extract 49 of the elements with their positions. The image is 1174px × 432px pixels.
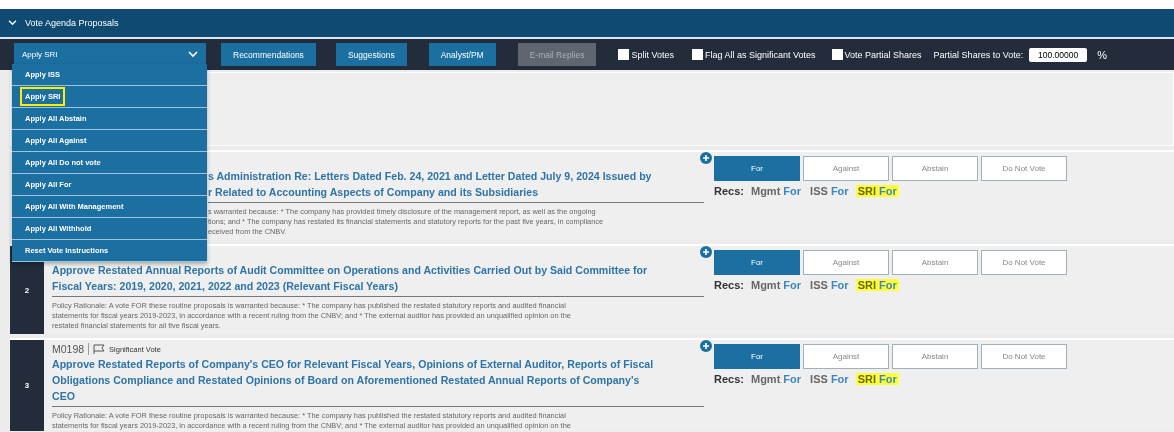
- checkbox-label: Split Votes: [631, 49, 674, 60]
- checkbox[interactable]: [831, 49, 843, 60]
- recs-label: Recs:: [714, 279, 744, 291]
- checkbox[interactable]: [618, 49, 630, 60]
- vote-option[interactable]: Do Not Vote: [981, 250, 1067, 275]
- vote-option[interactable]: Against: [803, 156, 889, 181]
- vote-option[interactable]: For: [714, 250, 800, 275]
- flag-icon[interactable]: [93, 343, 106, 355]
- recommendation: ISS For: [809, 279, 850, 291]
- vote-option[interactable]: Abstain: [892, 344, 978, 369]
- add-icon[interactable]: [700, 246, 712, 258]
- recommendation: SRI For: [855, 373, 899, 385]
- vote-option[interactable]: Abstain: [892, 250, 978, 275]
- recommendation: SRI For: [855, 185, 899, 197]
- partial-shares-field[interactable]: 100.00000: [1029, 47, 1088, 62]
- vote-option[interactable]: Abstain: [892, 156, 978, 181]
- vote-option[interactable]: Against: [803, 250, 889, 275]
- recommendation: ISS For: [809, 373, 850, 385]
- percent-label: %: [1097, 48, 1107, 61]
- recs-label: Recs:: [714, 185, 744, 197]
- caret-icon[interactable]: [188, 51, 198, 58]
- recommendation: ISS For: [809, 185, 850, 197]
- add-icon[interactable]: [700, 152, 712, 164]
- add-icon[interactable]: [700, 340, 712, 352]
- proposal-title[interactable]: Approve Restated Annual Reports of Audit Committee on Operations and Activities Carried Out by Said Committee for Fiscal Years: 2019, 2020, 2021, 2022 and 2023 (Relevant Fiscal Years): [52, 262, 704, 297]
- proposal-title[interactable]: s Administration Re: Letters Dated Feb. 24, 2021 and Letter Dated July 9, 2024 Issued by r Related to Accounting Aspects of Company and its Subsidiaries: [208, 168, 704, 203]
- recommendation: SRI For: [855, 279, 899, 291]
- vote-option[interactable]: Do Not Vote: [981, 156, 1067, 181]
- vote-option[interactable]: Against: [803, 344, 889, 369]
- apply-select[interactable]: Apply SRI: [14, 42, 206, 67]
- section-title: Vote Agenda Proposals: [25, 18, 119, 28]
- recommendation: Mgmt For: [749, 185, 803, 197]
- recommendation: Mgmt For: [749, 373, 803, 385]
- proposal-code: M0198: [52, 343, 85, 355]
- recs-label: Recs:: [714, 373, 744, 385]
- vote-option[interactable]: For: [714, 344, 800, 369]
- partial-shares-label: Partial Shares to Vote:: [933, 49, 1024, 60]
- toolbar-button[interactable]: Recommendations: [221, 43, 316, 66]
- vote-option[interactable]: For: [714, 156, 800, 181]
- checkbox[interactable]: [692, 49, 703, 60]
- toolbar-button[interactable]: Suggestions: [335, 43, 407, 66]
- collapse-icon[interactable]: [8, 20, 17, 26]
- vote-option[interactable]: Do Not Vote: [981, 344, 1067, 369]
- checkbox-label: Flag All as Significant Votes: [705, 49, 816, 60]
- checkbox-label: Vote Partial Shares: [844, 49, 922, 60]
- proposal-number: 3: [10, 340, 44, 431]
- proposal-title[interactable]: Approve Restated Reports of Company's CEO for Relevant Fiscal Years, Opinions of External Auditor, Reports of Fiscal Obligations Compliance and Restated Opinions of Board on Aforementioned Restated Annual Reports of Company's CEO: [52, 356, 704, 407]
- toolbar-button[interactable]: Analyst/PM: [428, 43, 496, 66]
- recommendation: Mgmt For: [749, 279, 803, 291]
